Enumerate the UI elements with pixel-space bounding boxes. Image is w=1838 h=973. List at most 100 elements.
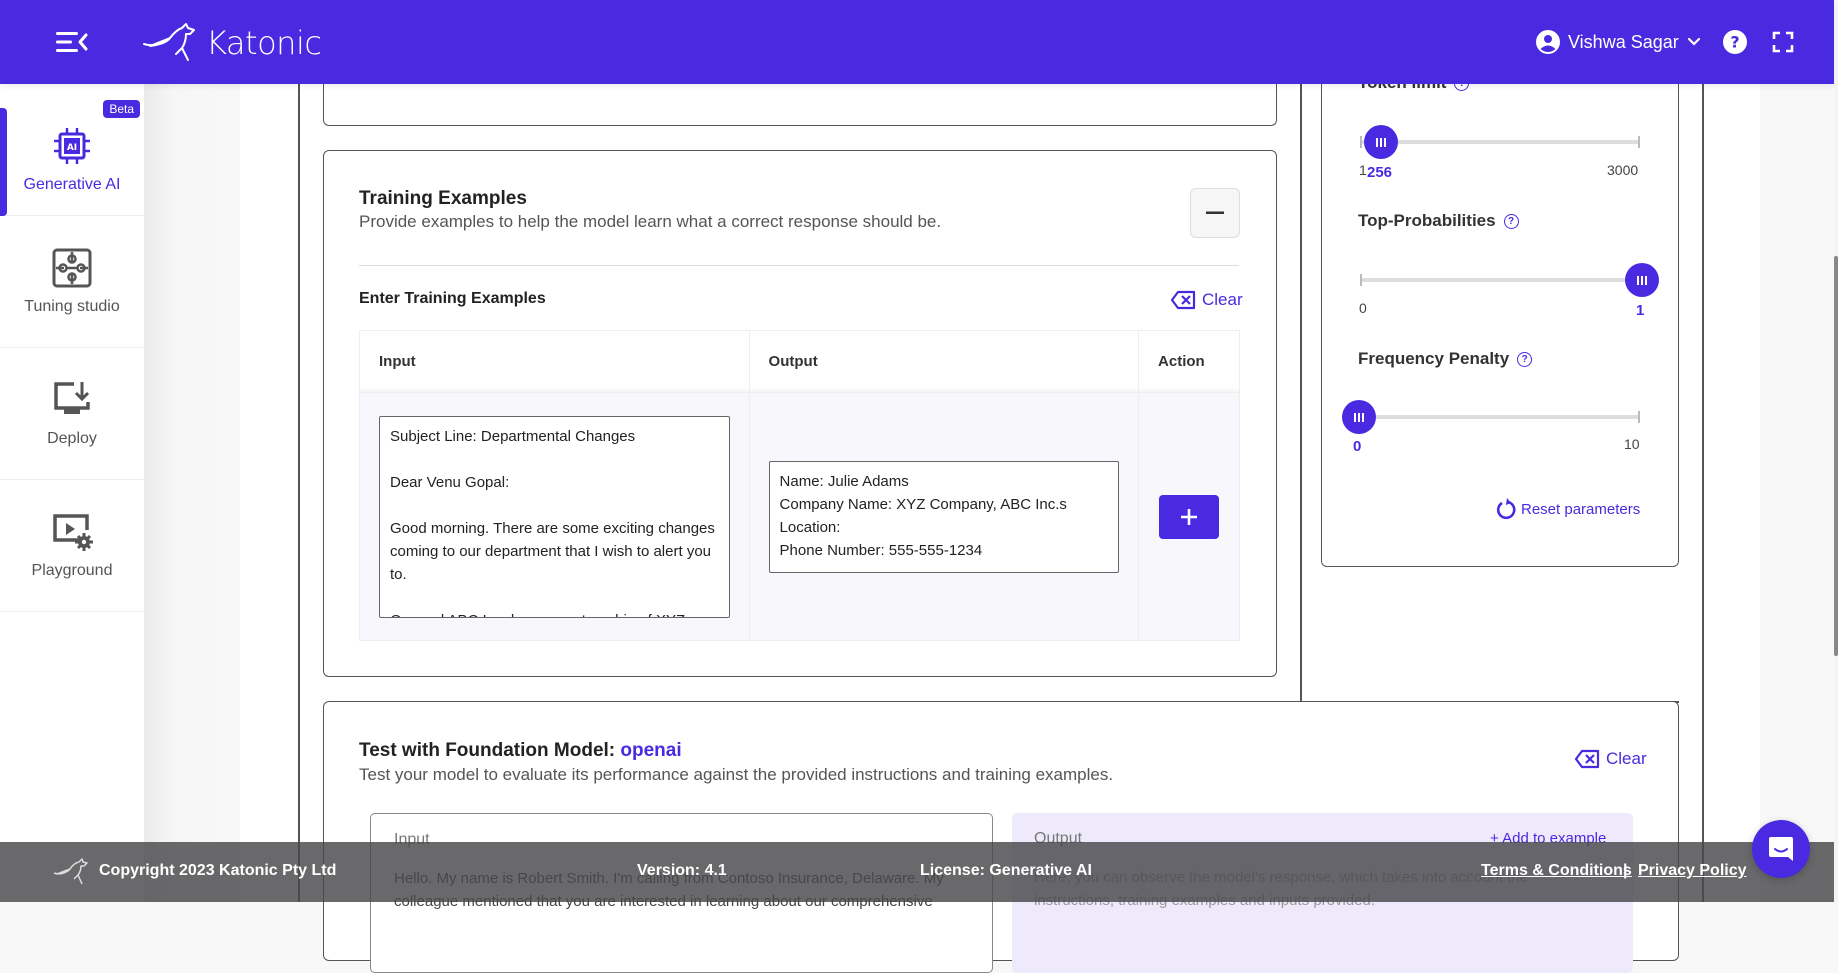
help-icon[interactable]: ? — [1503, 213, 1519, 229]
backspace-clear-icon — [1574, 749, 1600, 769]
example-output-textarea[interactable]: Name: Julie Adams Company Name: XYZ Comp… — [768, 460, 1120, 573]
top-probabilities-label: Top-Probabilities ? — [1358, 211, 1519, 231]
katonic-logo[interactable]: Katonic — [142, 20, 322, 66]
katonic-footer-logo-icon — [53, 858, 88, 885]
clear-label: Clear — [1202, 290, 1243, 309]
sidebar-item-playground[interactable]: Playground — [0, 480, 144, 612]
backspace-clear-icon — [1170, 290, 1196, 310]
footer-separator: | — [1623, 862, 1628, 879]
frequency-penalty-label: Frequency Penalty ? — [1358, 349, 1533, 369]
model-name: openai — [620, 740, 682, 761]
sidebar-item-label: Generative AI — [23, 175, 121, 193]
top-probabilities-slider-thumb[interactable] — [1625, 263, 1659, 297]
reset-parameters-button[interactable]: Reset parameters — [1495, 498, 1640, 520]
test-model-card: Test with Foundation Model: openai Test … — [323, 701, 1679, 973]
version-text: Version: 4.1 — [637, 862, 727, 879]
slider-tick — [1638, 136, 1640, 148]
fullscreen-icon — [1772, 31, 1794, 53]
frequency-penalty-slider-track[interactable] — [1360, 415, 1640, 419]
help-icon[interactable]: ? — [1517, 351, 1533, 367]
column-divider — [1300, 84, 1302, 702]
token-limit-slider-thumb[interactable] — [1364, 125, 1398, 159]
puzzle-icon — [52, 248, 92, 287]
sidebar-shadow — [144, 84, 240, 902]
test-title: Test with Foundation Model: openai — [359, 740, 682, 762]
training-subtitle: Provide examples to help the model learn… — [359, 212, 942, 231]
ai-chip-icon: AI — [54, 127, 90, 164]
top-probabilities-min: 0 — [1359, 300, 1367, 316]
active-indicator — [0, 108, 7, 216]
sidebar-item-label: Tuning studio — [24, 297, 120, 315]
page-scrollbar-thumb[interactable] — [1834, 256, 1838, 656]
training-examples-card: Training Examples Provide examples to he… — [323, 150, 1277, 677]
top-probabilities-slider-track[interactable] — [1360, 278, 1640, 282]
reset-icon — [1496, 498, 1516, 520]
footer: Copyright 2023 Katonic Pty Ltd Version: … — [0, 842, 1834, 902]
slider-tick — [1360, 136, 1362, 148]
menu-collapse-icon — [56, 32, 88, 52]
clear-label: Clear — [1606, 749, 1647, 768]
token-limit-value: 256 — [1367, 164, 1393, 181]
input-cell: Subject Line: Departmental Changes Dear … — [359, 392, 750, 641]
training-title: Training Examples — [359, 188, 527, 209]
sidebar-item-label: Playground — [31, 561, 113, 579]
action-cell — [1138, 392, 1240, 641]
sidebar: Beta AI Generative AI Tuning studio Depl… — [0, 84, 144, 902]
outer-frame-left — [298, 84, 300, 902]
play-settings-icon — [53, 513, 93, 551]
terms-link[interactable]: Terms & Conditions — [1481, 862, 1632, 880]
help-button[interactable]: ? — [1722, 29, 1748, 55]
sidebar-item-tuning-studio[interactable]: Tuning studio — [0, 216, 144, 348]
fullscreen-button[interactable] — [1772, 31, 1794, 53]
chat-support-button[interactable] — [1752, 820, 1810, 878]
column-header-output: Output — [748, 330, 1140, 393]
frequency-penalty-slider-thumb[interactable] — [1342, 400, 1376, 434]
test-title-text: Test with Foundation Model: — [359, 740, 616, 761]
license-text: License: Generative AI — [920, 862, 1092, 879]
table-row: Subject Line: Departmental Changes Dear … — [359, 392, 1240, 641]
plus-icon — [1181, 508, 1198, 525]
reset-label: Reset parameters — [1521, 500, 1641, 518]
output-cell: Name: Julie Adams Company Name: XYZ Comp… — [748, 392, 1140, 641]
frequency-penalty-max: 10 — [1624, 436, 1640, 452]
minus-icon — [1206, 211, 1224, 214]
chevron-down-icon — [1687, 37, 1700, 46]
frequency-penalty-value: 0 — [1353, 438, 1362, 455]
token-limit-slider-track[interactable] — [1360, 140, 1640, 144]
user-name: Vishwa Sagar — [1568, 31, 1679, 52]
chat-icon — [1769, 837, 1793, 861]
slider-tick — [1360, 274, 1362, 286]
frequency-penalty-text: Frequency Penalty — [1358, 349, 1510, 368]
outer-frame-right — [1702, 84, 1704, 902]
token-limit-max: 3000 — [1607, 162, 1639, 178]
clear-test-button[interactable]: Clear — [1574, 749, 1647, 769]
top-probabilities-value: 1 — [1636, 302, 1645, 319]
user-avatar-icon — [1536, 30, 1560, 54]
svg-text:?: ? — [1730, 33, 1739, 52]
slider-tick — [1638, 411, 1640, 423]
brand-name: Katonic — [206, 24, 322, 62]
column-header-action: Action — [1138, 330, 1240, 393]
privacy-link[interactable]: Privacy Policy — [1638, 862, 1747, 880]
training-examples-table: Input Output Action Subject Line: Depart… — [359, 330, 1240, 641]
right-gutter — [1760, 84, 1834, 902]
sidebar-item-label: Deploy — [47, 429, 97, 447]
user-menu[interactable]: Vishwa Sagar — [1536, 28, 1701, 56]
menu-collapse-button[interactable] — [52, 26, 92, 58]
enter-examples-label: Enter Training Examples — [359, 290, 546, 307]
collapse-button[interactable] — [1190, 188, 1240, 238]
column-header-input: Input — [359, 330, 750, 393]
clear-examples-button[interactable]: Clear — [1170, 290, 1243, 310]
token-limit-min: 1 — [1359, 162, 1367, 178]
sidebar-item-deploy[interactable]: Deploy — [0, 348, 144, 480]
beta-badge: Beta — [103, 100, 140, 118]
parameters-card: Token limit ? 1 256 3000 Top-Probabiliti… — [1321, 40, 1679, 567]
divider — [359, 265, 1239, 266]
svg-text:AI: AI — [67, 143, 77, 153]
sidebar-item-generative-ai[interactable]: Beta AI Generative AI — [0, 84, 144, 216]
test-subtitle: Test your model to evaluate its performa… — [359, 765, 1114, 784]
kangaroo-logo-icon — [143, 23, 195, 61]
add-example-button[interactable] — [1159, 494, 1220, 539]
example-input-textarea[interactable]: Subject Line: Departmental Changes Dear … — [379, 415, 730, 618]
copyright-text: Copyright 2023 Katonic Pty Ltd — [99, 862, 337, 879]
